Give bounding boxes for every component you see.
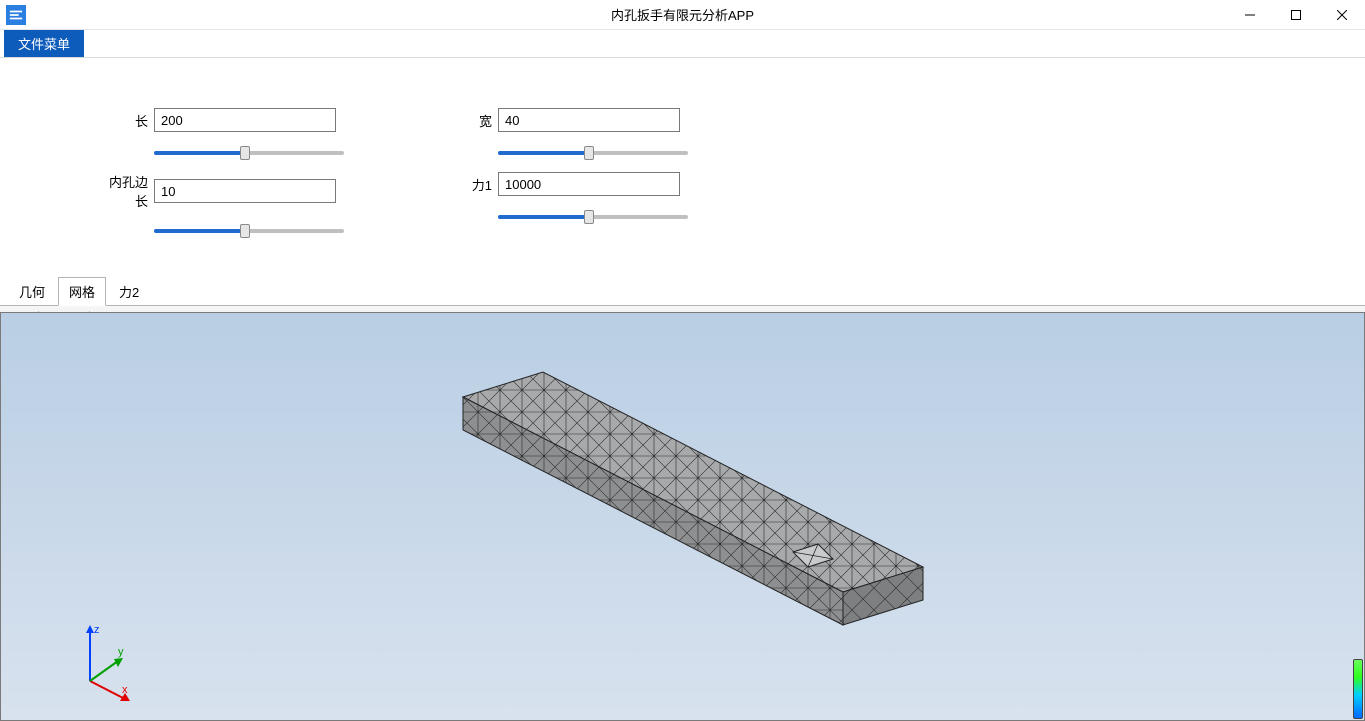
force1-slider[interactable] (498, 210, 688, 224)
mesh-model (423, 357, 943, 677)
window-controls (1227, 0, 1365, 30)
parameter-panel: 长 宽 内孔边长 (0, 58, 1365, 280)
param-width: 宽 (444, 108, 688, 160)
menubar: 文件菜单 (0, 30, 1365, 58)
file-menu[interactable]: 文件菜单 (4, 30, 84, 57)
param-length: 长 (100, 108, 344, 160)
tab-force2[interactable]: 力2 (108, 277, 150, 305)
length-input[interactable] (154, 108, 336, 132)
maximize-button[interactable] (1273, 0, 1319, 30)
width-slider[interactable] (498, 146, 688, 160)
titlebar: 内孔扳手有限元分析APP (0, 0, 1365, 30)
close-button[interactable] (1319, 0, 1365, 30)
length-label: 长 (100, 111, 154, 130)
color-scale-icon (1353, 659, 1363, 719)
app-icon (6, 5, 26, 25)
minimize-button[interactable] (1227, 0, 1273, 30)
svg-text:z: z (94, 624, 100, 636)
svg-text:y: y (118, 646, 124, 658)
param-hole-edge: 内孔边长 (100, 172, 344, 238)
length-slider[interactable] (154, 146, 344, 160)
window-title: 内孔扳手有限元分析APP (611, 5, 754, 24)
hole-edge-label: 内孔边长 (100, 172, 154, 210)
param-row: 内孔边长 力1 (20, 172, 1345, 238)
axis-gizmo: z x y (70, 621, 140, 701)
force1-input[interactable] (498, 172, 680, 196)
view-tabs: 几何 网格 力2 (0, 280, 1365, 306)
force1-label: 力1 (444, 175, 498, 194)
param-force1: 力1 (444, 172, 688, 238)
tab-geometry[interactable]: 几何 (8, 277, 56, 305)
tab-mesh[interactable]: 网格 (58, 277, 106, 306)
viewport-container: z x y (0, 312, 1365, 721)
width-input[interactable] (498, 108, 680, 132)
hole-edge-input[interactable] (154, 179, 336, 203)
3d-viewport[interactable]: z x y (0, 312, 1365, 721)
width-label: 宽 (444, 111, 498, 130)
svg-text:x: x (122, 684, 128, 696)
param-row: 长 宽 (20, 108, 1345, 160)
hole-edge-slider[interactable] (154, 224, 344, 238)
